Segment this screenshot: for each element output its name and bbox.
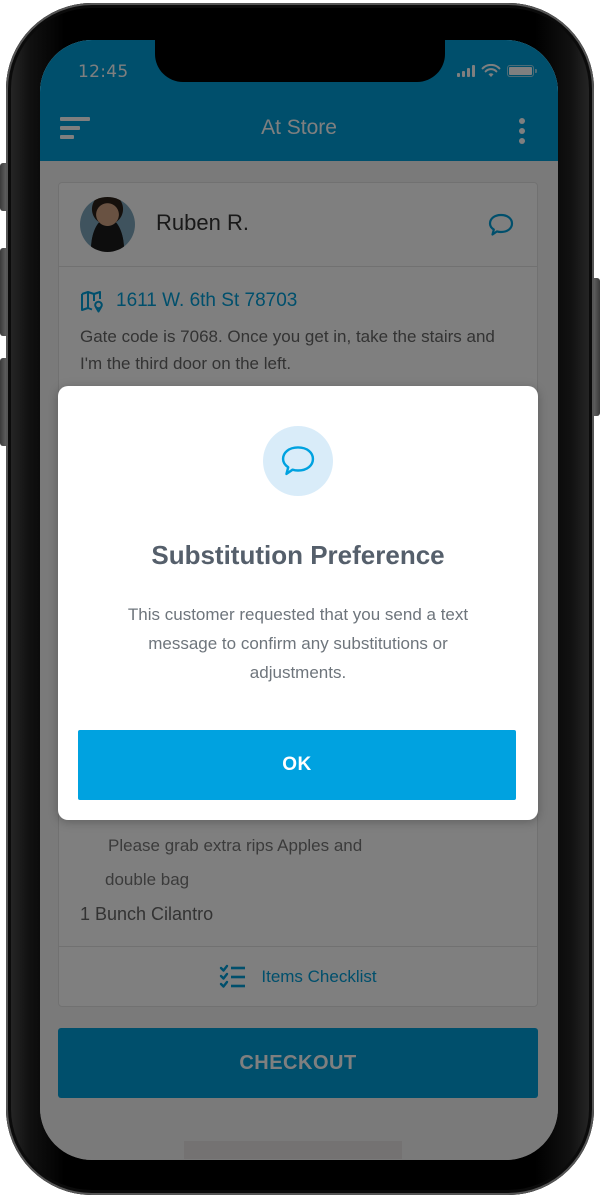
dialog-message: This customer requested that you send a … — [127, 605, 469, 682]
substitution-preference-dialog: Substitution Preference This customer re… — [58, 386, 538, 820]
phone-screen: 12:45 At Store Ruben R. — [40, 40, 558, 1160]
ok-button[interactable]: OK — [78, 730, 516, 800]
modal-icon-circle — [263, 426, 333, 496]
chat-bubble-icon — [281, 446, 315, 476]
dialog-title: Substitution Preference — [151, 540, 445, 570]
